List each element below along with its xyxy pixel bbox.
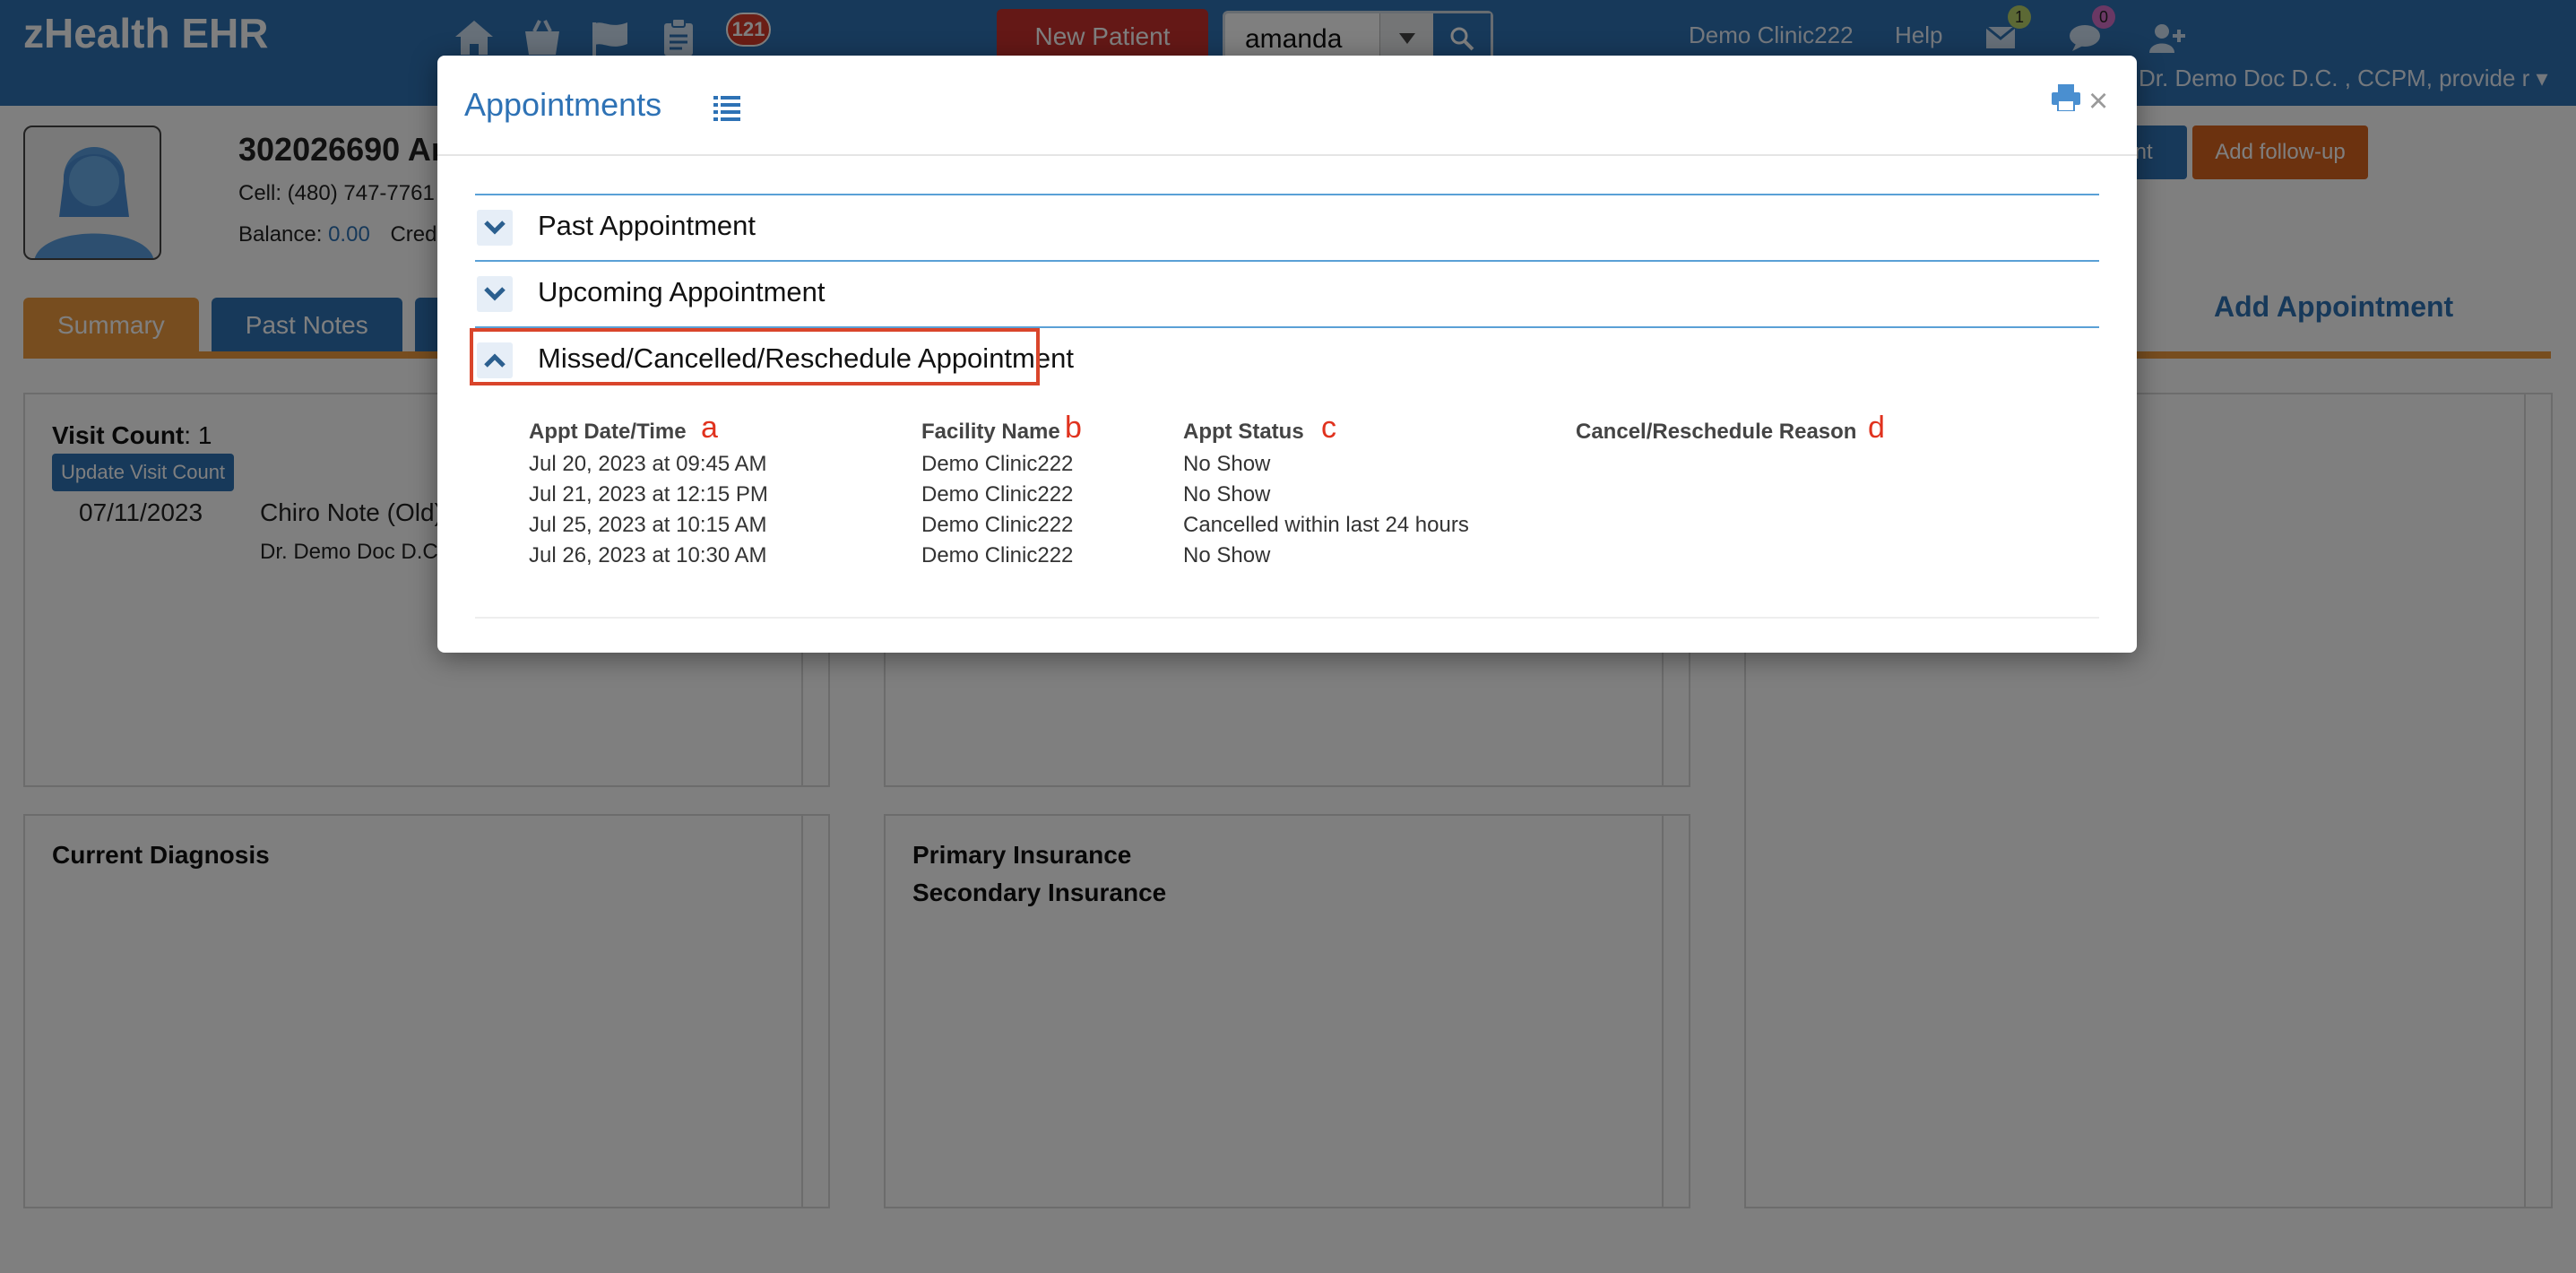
column-facility-name: Facility Name <box>921 420 1060 445</box>
row-datetime: Jul 25, 2023 at 10:15 AM <box>529 513 767 537</box>
section-divider <box>475 617 2099 619</box>
print-icon[interactable] <box>2051 84 2081 115</box>
list-icon[interactable] <box>712 91 742 122</box>
row-status: No Show <box>1183 452 1271 476</box>
annotation-mark-d: d <box>1868 411 1885 445</box>
column-cancel-reason: Cancel/Reschedule Reason <box>1576 420 1856 445</box>
close-button[interactable]: × <box>2088 82 2108 121</box>
annotation-mark-a: a <box>701 411 718 445</box>
row-datetime: Jul 26, 2023 at 10:30 AM <box>529 543 767 567</box>
annotation-mark-b: b <box>1065 411 1082 445</box>
row-facility: Demo Clinic222 <box>921 452 1074 476</box>
row-facility: Demo Clinic222 <box>921 482 1074 507</box>
column-appt-status: Appt Status <box>1183 420 1304 445</box>
appointments-modal: Appointments × Past Appointment Upcoming… <box>437 56 2137 653</box>
highlight-annotation-box <box>470 328 1040 385</box>
modal-title: Appointments <box>464 86 662 123</box>
section-past-appointment[interactable]: Past Appointment <box>475 194 2099 260</box>
row-facility: Demo Clinic222 <box>921 543 1074 567</box>
column-facility-name-label: Facility Name <box>921 420 1060 444</box>
section-upcoming-appointment[interactable]: Upcoming Appointment <box>475 260 2099 326</box>
chevron-down-icon[interactable] <box>477 276 513 312</box>
column-appt-datetime-label: Appt Date/Time <box>529 420 687 444</box>
chevron-down-icon[interactable] <box>477 210 513 246</box>
column-appt-datetime: Appt Date/Time <box>529 420 687 445</box>
row-facility: Demo Clinic222 <box>921 513 1074 537</box>
row-datetime: Jul 21, 2023 at 12:15 PM <box>529 482 768 507</box>
row-datetime: Jul 20, 2023 at 09:45 AM <box>529 452 767 476</box>
section-upcoming-appointment-label[interactable]: Upcoming Appointment <box>538 276 826 308</box>
row-status: No Show <box>1183 543 1271 567</box>
column-appt-status-label: Appt Status <box>1183 420 1304 444</box>
annotation-mark-c: c <box>1321 411 1336 445</box>
column-cancel-reason-label: Cancel/Reschedule Reason <box>1576 420 1857 444</box>
row-status: No Show <box>1183 482 1271 507</box>
modal-header: Appointments × <box>437 56 2137 156</box>
section-past-appointment-label[interactable]: Past Appointment <box>538 210 756 242</box>
row-status: Cancelled within last 24 hours <box>1183 513 1469 537</box>
